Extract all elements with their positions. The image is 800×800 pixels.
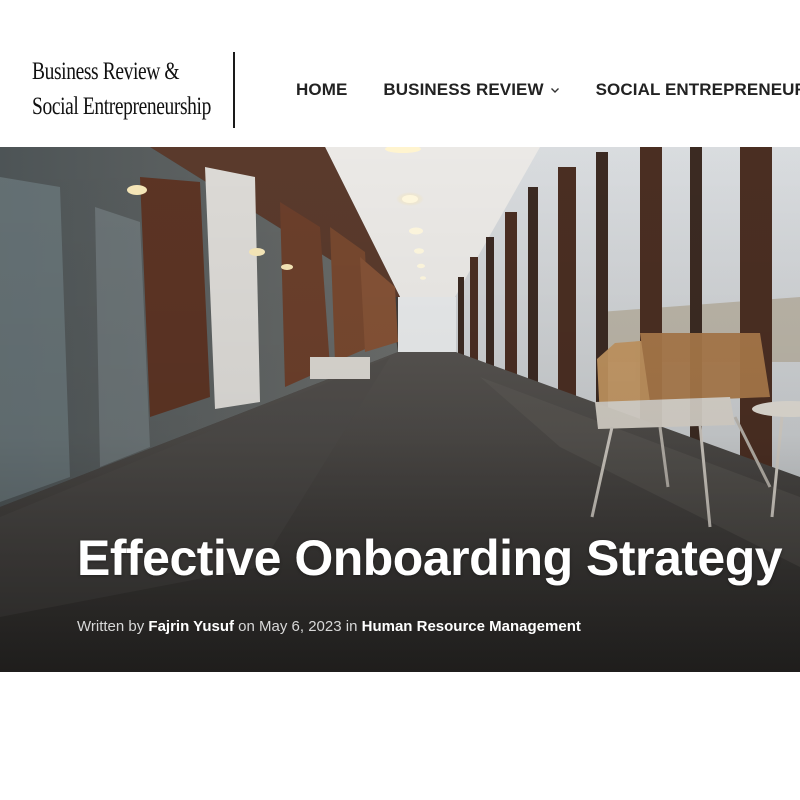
site-header: Business Review & Social Entrepreneurshi… <box>0 0 800 147</box>
site-logo[interactable]: Business Review & Social Entrepreneurshi… <box>32 54 228 124</box>
post-meta: Written by Fajrin Yusuf on May 6, 2023 i… <box>77 618 581 635</box>
page: Business Review & Social Entrepreneurshi… <box>0 0 800 800</box>
nav-item-label: SOCIAL ENTREPRENEURSHIP <box>595 80 800 99</box>
nav-item-social-entrepreneurship[interactable]: SOCIAL ENTREPRENEURSHIP <box>596 80 800 100</box>
nav-item-business-review[interactable]: BUSINESS REVIEW <box>383 80 559 100</box>
post-date: May 6, 2023 <box>259 618 342 635</box>
meta-written-by: Written by <box>77 618 145 635</box>
logo-line-2: Social Entrepreneurship <box>32 93 211 120</box>
hero-overlay <box>0 147 800 672</box>
meta-in: in <box>345 618 358 635</box>
category-link[interactable]: Human Resource Management <box>362 618 581 635</box>
author-link[interactable]: Fajrin Yusuf <box>148 618 234 635</box>
main-nav: HOME BUSINESS REVIEW SOCIAL ENTREPRENEUR… <box>296 76 800 104</box>
logo-line-1: Business Review & <box>32 58 180 85</box>
nav-item-label: BUSINESS REVIEW <box>383 80 544 99</box>
post-title: Effective Onboarding Strategy <box>77 530 783 586</box>
header-divider <box>233 52 235 128</box>
meta-on: on <box>238 618 255 635</box>
nav-item-label: HOME <box>296 80 348 99</box>
hero-banner: Effective Onboarding Strategy Written by… <box>0 147 800 672</box>
chevron-down-icon <box>550 85 560 95</box>
nav-item-home[interactable]: HOME <box>296 80 347 100</box>
